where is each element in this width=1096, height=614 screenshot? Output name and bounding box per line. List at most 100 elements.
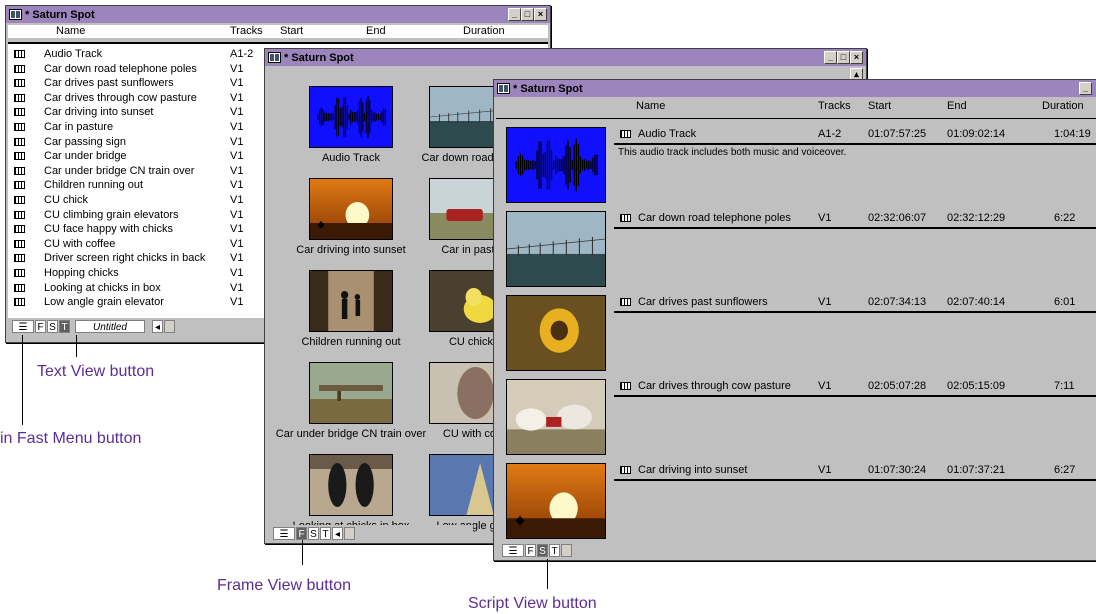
clip-name: CU chick [44,194,89,206]
scroll-thumb[interactable] [344,526,355,540]
clip-icon [620,382,631,390]
text-view-button[interactable]: T [59,319,70,333]
script-entry-header[interactable]: Car drives past sunflowers V1 02:07:34:1… [614,296,1096,310]
frame-view-bottom-bar: ☰ F S T ◂ [273,525,473,541]
frame-thumbnail[interactable] [309,270,393,332]
window-title: * Saturn Spot [25,8,95,21]
header-duration[interactable]: Duration [1042,100,1084,112]
entry-track: V1 [818,464,832,476]
script-thumbnail[interactable] [506,463,606,539]
entry-name: Car drives through cow pasture [638,380,791,392]
script-view-button[interactable]: S [537,543,548,557]
entry-track: V1 [818,296,832,308]
clip-track: V1 [230,179,244,192]
frame-thumbnail[interactable] [309,86,393,148]
frame-thumbnail[interactable] [309,362,393,424]
entry-end: 02:05:15:09 [947,380,1006,392]
clip-track: V1 [230,223,244,236]
minimize-button[interactable]: _ [508,8,521,21]
clip-icon [14,298,25,307]
script-note-text: This audio track includes both music and… [618,147,847,158]
close-button[interactable]: × [850,51,863,64]
header-start[interactable]: Start [868,100,891,112]
callout-line-text-view [76,335,77,357]
close-button[interactable]: × [534,8,547,21]
maximize-button[interactable]: □ [837,51,850,64]
script-note-field[interactable] [614,227,1096,285]
entry-start: 02:32:06:07 [868,212,927,224]
clip-track: V1 [230,91,244,104]
script-entry-header[interactable]: Car driving into sunset V1 01:07:30:24 0… [614,464,1096,478]
header-name[interactable]: Name [636,100,665,112]
clip-track: V1 [230,252,244,265]
clip-track: V1 [230,237,244,250]
scroll-left-arrow[interactable]: ◂ [152,319,163,333]
header-tracks[interactable]: Tracks [818,100,851,112]
header-end[interactable]: End [947,100,967,112]
entry-duration: 6:22 [1054,212,1076,224]
fast-menu-button[interactable]: ☰ [502,543,524,557]
callout-line-script-view [547,559,548,589]
clip-name: Hopping chicks [44,267,119,279]
script-note-field[interactable] [614,479,1096,537]
entry-start: 02:07:34:13 [868,296,927,308]
entry-end: 01:07:37:21 [947,464,1006,476]
text-view-button[interactable]: T [549,543,560,557]
callout-text-view: Text View button [37,363,155,380]
script-thumbnail[interactable] [506,295,606,371]
header-end[interactable]: End [366,25,386,37]
script-note-field[interactable]: This audio track includes both music and… [614,143,1096,201]
script-view-button[interactable]: S [308,526,319,540]
header-tracks[interactable]: Tracks [230,25,263,37]
title-bar[interactable]: * Saturn Spot _ □ × [6,6,550,23]
minimize-button[interactable]: _ [824,51,837,64]
entry-end: 01:09:02:14 [947,128,1006,140]
frame-view-button[interactable]: F [35,319,46,333]
window-title: * Saturn Spot [284,51,354,64]
header-name[interactable]: Name [56,25,85,37]
entry-name: Car drives past sunflowers [638,296,768,308]
clip-icon [14,137,25,146]
clip-icon [14,166,25,175]
clip-icon [620,298,631,306]
title-bar[interactable]: * Saturn Spot _ □ × [265,49,866,66]
title-bar[interactable]: * Saturn Spot _ [494,80,1096,97]
script-thumbnail[interactable] [506,211,606,287]
clip-icon [14,283,25,292]
callout-line-fast-menu [22,335,23,425]
maximize-button[interactable]: □ [521,8,534,21]
header-start[interactable]: Start [280,25,303,37]
minimize-button[interactable]: _ [1079,82,1092,95]
script-list: Audio Track A1-2 01:07:57:25 01:09:02:14… [496,118,1096,539]
clip-track: V1 [230,281,244,294]
entry-duration: 7:11 [1054,380,1075,392]
entry-start: 01:07:30:24 [868,464,927,476]
clip-icon [14,196,25,204]
column-header: Name Tracks Start End Duration [496,100,1096,113]
script-note-field[interactable] [614,395,1096,453]
frame-view-button[interactable]: F [525,543,536,557]
frame-view-button[interactable]: F [296,526,307,540]
clip-icon [14,152,25,161]
script-entry-header[interactable]: Car down road telephone poles V1 02:32:0… [614,212,1096,226]
fast-menu-button[interactable]: ☰ [12,319,34,333]
scroll-left-arrow[interactable] [561,543,572,557]
script-entry-header[interactable]: Audio Track A1-2 01:07:57:25 01:09:02:14… [614,128,1096,142]
scroll-left-arrow[interactable]: ◂ [332,526,343,540]
clip-icon [14,210,25,219]
text-view-button[interactable]: T [320,526,331,540]
frame-thumbnail[interactable] [309,178,393,240]
script-entry-header[interactable]: Car drives through cow pasture V1 02:05:… [614,380,1096,394]
script-view-button[interactable]: S [47,319,58,333]
clip-track: V1 [230,77,244,90]
fast-menu-button[interactable]: ☰ [273,526,295,540]
script-thumbnail[interactable] [506,379,606,455]
scroll-thumb[interactable] [164,319,175,333]
script-note-field[interactable] [614,311,1096,369]
window-title: * Saturn Spot [513,82,583,95]
script-thumbnail[interactable] [506,127,606,203]
header-duration[interactable]: Duration [463,25,505,37]
view-name-menu[interactable]: Untitled [75,319,145,333]
entry-name: Car down road telephone poles [638,212,791,224]
frame-thumbnail[interactable] [309,454,393,516]
